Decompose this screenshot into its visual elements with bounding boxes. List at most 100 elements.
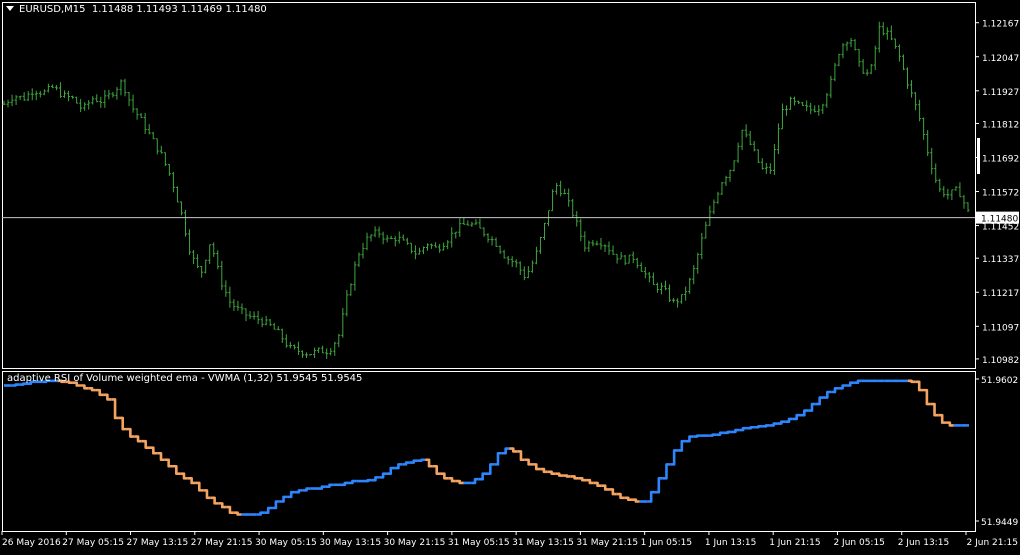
indicator-segment bbox=[601, 484, 610, 491]
indicator-segment bbox=[471, 477, 479, 485]
indicator-segment bbox=[348, 479, 357, 485]
indicator-tick-label: 51.9602 bbox=[981, 376, 1018, 386]
indicator-axis: 51.9602 51.9449 bbox=[975, 376, 1018, 528]
price-and-indicator-chart[interactable]: 1.12167 1.12047 1.11927 1.11812 1.11692 1.115… bbox=[0, 0, 1020, 551]
time-tick-label: 1 Jun 13:15 bbox=[705, 538, 756, 548]
current-price-label: 1.11480 bbox=[981, 215, 1018, 225]
menu-triangle-icon[interactable] bbox=[6, 5, 14, 11]
price-tick-label: 1.11927 bbox=[982, 88, 1019, 98]
time-tick-label: 30 May 21:15 bbox=[384, 538, 446, 548]
indicator-segment bbox=[279, 495, 288, 503]
indicator-segment bbox=[478, 472, 487, 481]
indicator-segment bbox=[80, 384, 89, 390]
indicator-segment bbox=[494, 451, 502, 466]
indicator-segment bbox=[180, 472, 188, 480]
indicator-segment bbox=[907, 379, 916, 384]
time-tick-label: 1 Jun 05:15 bbox=[641, 538, 692, 548]
indicator-segment bbox=[632, 498, 640, 503]
indicator-segment bbox=[295, 489, 303, 494]
indicator-segment bbox=[210, 496, 219, 505]
indicator-segment bbox=[233, 511, 242, 516]
indicator-segment bbox=[103, 393, 112, 401]
indicator-segment bbox=[654, 477, 663, 494]
indicator-segment bbox=[172, 464, 181, 475]
indicator-segment bbox=[800, 409, 809, 417]
price-tick-label: 1.11692 bbox=[982, 154, 1019, 164]
indicator-segment bbox=[563, 474, 571, 478]
indicator-segment bbox=[440, 472, 449, 480]
indicator-segment bbox=[792, 413, 801, 421]
indicator-segment bbox=[570, 475, 579, 480]
indicator-segment bbox=[831, 386, 839, 394]
time-tick-label: 1 Jun 21:15 bbox=[769, 538, 820, 548]
ohlc-quote: 1.11488 1.11493 1.11469 1.11480 bbox=[91, 4, 267, 15]
indicator-segment bbox=[708, 433, 717, 437]
price-tick-label: 1.12047 bbox=[982, 54, 1019, 64]
time-tick-label: 27 May 13:15 bbox=[127, 538, 189, 548]
indicator-segment bbox=[823, 390, 832, 399]
price-tick-label: 1.11337 bbox=[982, 255, 1019, 265]
time-tick-label: 31 May 13:15 bbox=[512, 538, 574, 548]
indicator-segment bbox=[946, 421, 954, 427]
indicator-segment bbox=[118, 416, 127, 431]
indicator-segment bbox=[586, 478, 594, 485]
indicator-segment bbox=[126, 427, 135, 438]
indicator-segment bbox=[340, 481, 349, 487]
indicator-segment bbox=[386, 466, 395, 475]
symbol-label: EURUSD,M15 bbox=[19, 4, 86, 15]
time-tick-label: 26 May 2016 bbox=[2, 538, 61, 548]
indicator-segment bbox=[746, 425, 755, 430]
indicator-segment bbox=[325, 483, 334, 488]
indicator-segment bbox=[670, 449, 678, 466]
price-tick-label: 1.11572 bbox=[982, 189, 1019, 199]
time-tick-label: 27 May 21:15 bbox=[191, 538, 253, 548]
indicator-segment bbox=[111, 398, 119, 420]
price-tick-label: 1.11217 bbox=[982, 289, 1019, 299]
indicator-segment bbox=[448, 477, 456, 483]
indicator-segment bbox=[769, 422, 778, 427]
time-tick-label: 31 May 21:15 bbox=[576, 538, 638, 548]
price-axis: 1.12167 1.12047 1.11927 1.11812 1.11692 1.115… bbox=[2, 20, 1019, 366]
indicator-segment bbox=[524, 458, 533, 466]
indicator-segment bbox=[363, 478, 372, 483]
indicator-segment bbox=[532, 463, 541, 471]
price-tick-label: 1.12167 bbox=[982, 20, 1019, 30]
indicator-segment bbox=[723, 430, 732, 435]
indicator-segment bbox=[647, 490, 655, 503]
indicator-segment bbox=[555, 472, 564, 477]
main-pane-frame bbox=[2, 2, 976, 369]
time-tick-label: 2 Jun 13:15 bbox=[898, 538, 949, 548]
indicator-segment bbox=[11, 383, 20, 387]
time-tick-label: 2 Jun 05:15 bbox=[833, 538, 884, 548]
indicator-segment bbox=[540, 467, 548, 474]
indicator-segment bbox=[134, 435, 142, 443]
indicator-segment bbox=[777, 420, 786, 425]
indicator-segment bbox=[486, 463, 495, 475]
indicator-pane-frame bbox=[2, 371, 976, 532]
indicator-segment bbox=[930, 402, 939, 417]
indicator-segment bbox=[616, 492, 625, 500]
indicator-segment bbox=[854, 379, 862, 385]
symbol-header: EURUSD,M15 1.11488 1.11493 1.11469 1.114… bbox=[6, 4, 267, 15]
indicator-segment bbox=[593, 481, 602, 488]
time-tick-label: 30 May 05:15 bbox=[255, 538, 317, 548]
price-bars bbox=[2, 21, 970, 359]
indicator-segment bbox=[409, 459, 418, 464]
indicator-segment bbox=[693, 434, 701, 438]
time-tick-label: 2 Jun 21:15 bbox=[967, 538, 1018, 548]
indicator-segment bbox=[455, 479, 464, 485]
indicator-segment bbox=[187, 477, 196, 485]
indicator-segment bbox=[685, 435, 694, 443]
indicator-line bbox=[4, 379, 969, 516]
indicator-segment bbox=[287, 490, 296, 499]
indicator-segment bbox=[195, 481, 204, 492]
indicator-segment bbox=[402, 461, 410, 466]
indicator-segment bbox=[371, 476, 380, 482]
indicator-segment bbox=[218, 502, 227, 509]
chart-window: 1.12167 1.12047 1.11927 1.11812 1.11692 1.115… bbox=[0, 0, 1020, 551]
indicator-label: adaptive RSI of Volume weighted ema - VW… bbox=[7, 373, 363, 384]
price-tick-label: 1.10982 bbox=[982, 356, 1019, 366]
indicator-segment bbox=[762, 424, 770, 428]
indicator-segment bbox=[716, 431, 724, 436]
chart-shift-marker[interactable] bbox=[977, 138, 980, 174]
